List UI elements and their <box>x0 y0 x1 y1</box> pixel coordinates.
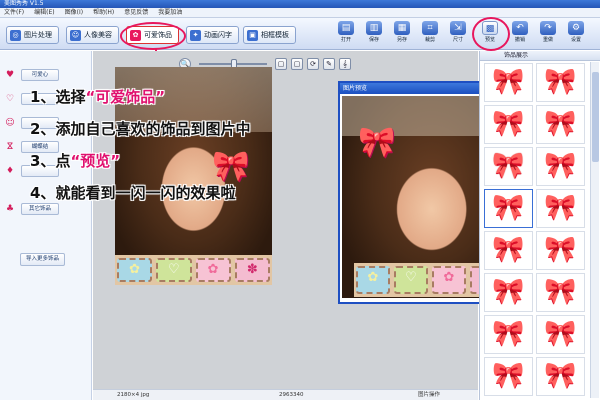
menu-extra[interactable]: 我要加油 <box>158 8 182 17</box>
category-other[interactable]: ♣ 其它饰品 <box>2 201 59 217</box>
menu-bar: 文件(F) 编辑(E) 图像(I) 帮助(H) 意见反馈 我要加油 <box>0 8 600 18</box>
gallery-scrollbar[interactable] <box>590 62 599 398</box>
bow-icon: ⴵ <box>7 142 13 152</box>
import-more-button[interactable]: 导入更多饰品 <box>20 253 66 266</box>
bow-item-icon[interactable]: 🎀 <box>536 315 585 354</box>
undo-icon: ↶ <box>512 21 528 35</box>
gem-icon: ♦ <box>5 166 15 176</box>
flower-stamp-icon: ✽ <box>234 258 270 282</box>
menu-image[interactable]: 图像(I) <box>65 8 83 17</box>
status-bar: 2180×4 jpg 2963340 图片操作 <box>93 389 478 400</box>
menu-help[interactable]: 帮助(H) <box>93 8 114 17</box>
save-icon: ▥ <box>366 21 382 35</box>
menu-file[interactable]: 文件(F) <box>4 8 24 17</box>
status-right-label: 图片操作 <box>418 392 441 398</box>
bow-sticker-on-photo[interactable]: 🎀 <box>212 152 249 182</box>
bow-item-icon[interactable]: 🎀 <box>536 189 585 228</box>
portrait-icon: ☺ <box>70 29 81 41</box>
category-cute-hearts[interactable]: ♥ 可爱心 <box>2 67 59 83</box>
actual-size-icon[interactable]: ▢ <box>291 58 303 70</box>
window-title: 美图秀秀 V1.5 <box>4 0 44 7</box>
flower-stamp-icon: ✿ <box>195 258 231 282</box>
status-zoom: 2963340 <box>279 392 304 398</box>
heart-icon: ♥ <box>5 70 15 80</box>
heart-stamp-icon: ♡ <box>156 258 192 282</box>
bow-item-icon[interactable]: 🎀 <box>484 105 533 144</box>
photo-edit-icon: ◎ <box>10 29 21 41</box>
menu-edit[interactable]: 编辑(E) <box>34 8 54 17</box>
rotate-icon[interactable]: ⟳ <box>307 58 319 70</box>
bow-item-icon[interactable]: 🎀 <box>484 273 533 312</box>
undo-button[interactable]: ↶ 撤销 <box>508 21 532 47</box>
instruction-step-1: 1、选择“可爱饰品” <box>30 88 166 106</box>
bow-item-icon[interactable]: 🎀 <box>536 357 585 396</box>
bow-item-icon[interactable]: 🎀 <box>484 357 533 396</box>
clover-icon: ♣ <box>5 204 15 214</box>
instruction-step-3: 3、点“预览” <box>30 152 121 170</box>
bow-item-icon[interactable]: 🎀 <box>484 189 533 228</box>
tab-animated-text[interactable]: ✦ 动画闪字 <box>186 26 239 44</box>
flower-stamp-icon: ✿ <box>117 258 153 282</box>
flower-stamp-icon: ✿ <box>432 266 466 294</box>
preview-bow-sticker: 🎀 <box>358 125 396 160</box>
instruction-step-2: 2、添加自己喜欢的饰品到图片中 <box>30 120 251 138</box>
save-as-button[interactable]: ▦ 另存 <box>390 21 414 47</box>
redo-button[interactable]: ↷ 重做 <box>536 21 560 47</box>
bow-item-icon[interactable]: 🎀 <box>536 63 585 102</box>
save-as-icon: ▦ <box>394 21 410 35</box>
open-icon: ▤ <box>338 21 354 35</box>
tab-photo-edit[interactable]: ◎ 图片处理 <box>6 26 59 44</box>
stamp-strip[interactable]: ✿ ♡ ✿ ✽ <box>115 255 272 285</box>
frame-icon: ▣ <box>247 29 258 41</box>
instruction-step-4: 4、就能看到一闪一闪的效果啦 <box>30 184 236 202</box>
heart-outline-icon: ♡ <box>5 94 15 104</box>
resize-icon: ⇲ <box>450 21 466 35</box>
heart-stamp-icon: ♡ <box>394 266 428 294</box>
window-title-bar: 美图秀秀 V1.5 <box>0 0 600 8</box>
save-button[interactable]: ▥ 保存 <box>362 21 386 47</box>
bow-item-icon[interactable]: 🎀 <box>484 147 533 186</box>
status-image-size: 2180×4 jpg <box>117 392 150 398</box>
crop-button[interactable]: ⌗ 裁剪 <box>418 21 442 47</box>
bow-item-icon[interactable]: 🎀 <box>484 63 533 102</box>
redo-icon: ↷ <box>540 21 556 35</box>
sparkle-icon: ✦ <box>190 29 201 41</box>
bow-item-icon[interactable]: 🎀 <box>536 273 585 312</box>
main-toolbar: ◎ 图片处理 ☺ 人像美容 ✿ 可爱饰品 ✦ 动画闪字 ▣ 相框模板 ▤ 打开 … <box>0 18 600 50</box>
annotation-circle-tab <box>120 22 186 50</box>
flower-stamp-icon: ✿ <box>356 266 390 294</box>
settings-button[interactable]: ⚙ 设置 <box>564 21 588 47</box>
resize-button[interactable]: ⇲ 尺寸 <box>446 21 470 47</box>
bow-item-icon[interactable]: 🎀 <box>536 147 585 186</box>
fit-icon[interactable]: ▢ <box>275 58 287 70</box>
bow-item-icon[interactable]: 🎀 <box>536 105 585 144</box>
bow-item-icon[interactable]: 🎀 <box>484 231 533 270</box>
bow-item-icon[interactable]: 🎀 <box>536 231 585 270</box>
accessory-grid: 🎀 🎀 🎀 🎀 🎀 🎀 🎀 🎀 🎀 🎀 🎀 🎀 🎀 🎀 🎀 🎀 <box>484 63 587 396</box>
scrollbar-thumb[interactable] <box>592 72 599 162</box>
tab-portrait[interactable]: ☺ 人像美容 <box>66 26 119 44</box>
tab-frame-templates[interactable]: ▣ 相框模板 <box>243 26 296 44</box>
menu-feedback[interactable]: 意见反馈 <box>124 8 148 17</box>
crop-icon: ⌗ <box>422 21 438 35</box>
edit-icon[interactable]: ✎ <box>323 58 335 70</box>
annotation-circle-preview <box>472 17 510 51</box>
gear-icon: ⚙ <box>568 21 584 35</box>
face-icon: ☺ <box>5 118 15 128</box>
accessory-gallery-panel: 饰品展示 🎀 🎀 🎀 🎀 🎀 🎀 🎀 🎀 🎀 🎀 🎀 🎀 🎀 🎀 🎀 🎀 <box>479 51 600 400</box>
gallery-title: 饰品展示 <box>480 51 600 61</box>
music-icon[interactable]: 𝄞 <box>339 58 351 70</box>
bow-item-icon[interactable]: 🎀 <box>484 315 533 354</box>
open-button[interactable]: ▤ 打开 <box>334 21 358 47</box>
